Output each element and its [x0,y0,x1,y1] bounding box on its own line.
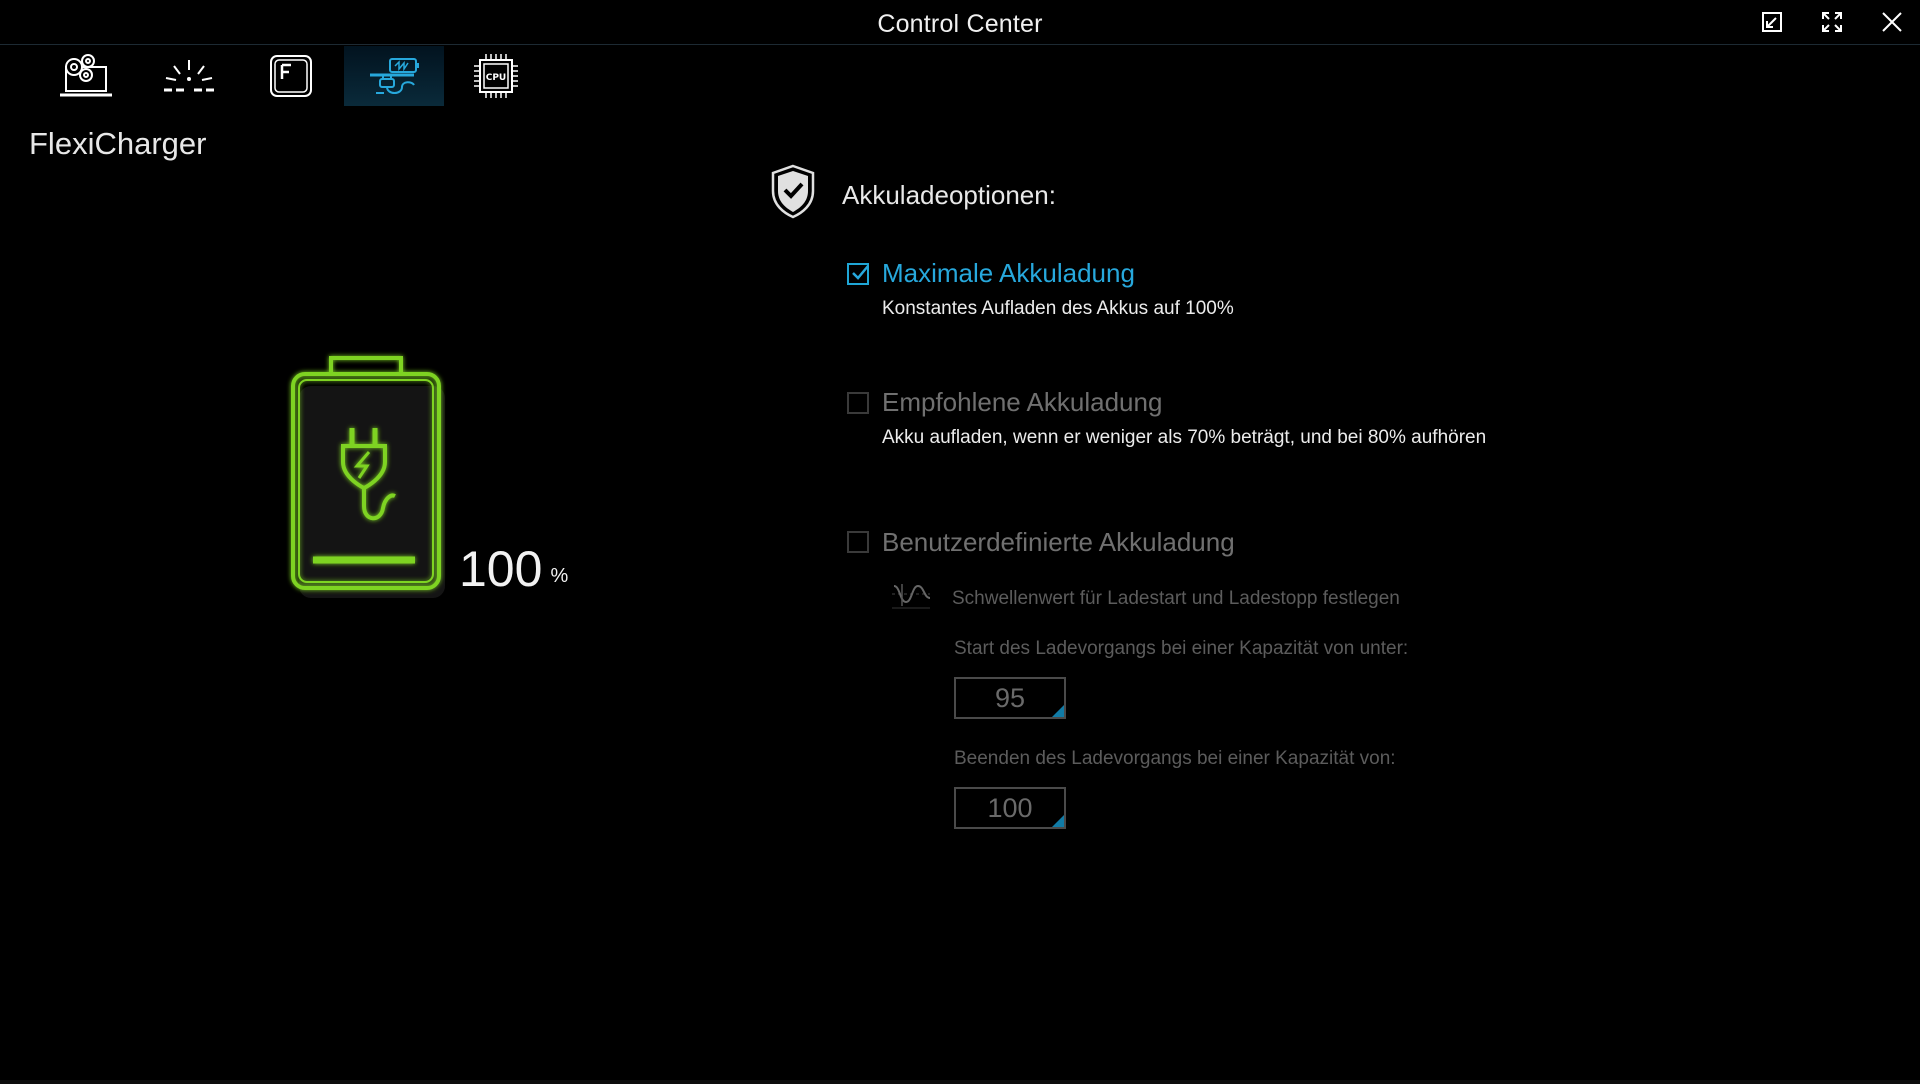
max-charge-checkbox[interactable] [847,263,869,285]
tab-cpu[interactable]: CPU [446,46,546,106]
battery-level-unit: % [550,565,569,587]
checkmark-icon [852,265,869,280]
fullscreen-button[interactable] [1810,6,1854,38]
recommended-charge-label[interactable]: Empfohlene Akkuladung [882,387,1162,418]
battery-graphic [285,350,465,610]
start-charge-field [954,677,1066,719]
recommended-charge-description: Akku aufladen, wenn er weniger als 70% b… [882,427,1487,448]
stop-charge-label: Beenden des Ladevorgangs bei einer Kapaz… [954,748,1396,769]
max-charge-description: Konstantes Aufladen des Akkus auf 100% [882,298,1234,319]
stop-charge-input[interactable] [954,787,1066,829]
shield-check-icon [771,164,815,219]
window-title: Control Center [877,10,1043,38]
stop-charge-field [954,787,1066,829]
custom-charge-label[interactable]: Benutzerdefinierte Akkuladung [882,527,1235,558]
max-charge-label[interactable]: Maximale Akkuladung [882,258,1135,289]
bottom-border [0,1080,1920,1084]
custom-charge-checkbox[interactable] [847,531,869,553]
tab-lighting[interactable] [139,46,239,106]
cpu-icon: CPU [474,54,518,98]
lighting-icon [164,60,214,92]
fullscreen-icon [1822,12,1842,32]
svg-text:CPU: CPU [486,73,507,83]
recommended-charge-checkbox[interactable] [847,392,869,414]
tab-flexicharger[interactable] [344,46,444,106]
function-key-icon [270,55,312,97]
close-icon [1882,12,1902,32]
tab-function-key[interactable] [241,46,341,106]
battery-level-value: 100 [459,541,543,597]
control-center-window: Control Center CPU FlexiCharger 100 % Ak… [0,0,1920,1084]
tab-system-settings[interactable] [35,46,135,106]
restore-icon [1762,12,1782,32]
options-header: Akkuladeoptionen: [842,180,1056,210]
battery-percent: 100% [459,540,568,598]
start-charge-resize-handle [1052,705,1064,717]
restore-button[interactable] [1750,6,1794,38]
close-button[interactable] [1870,6,1914,38]
threshold-label: Schwellenwert für Ladestart und Ladestop… [952,588,1400,609]
page-title: FlexiCharger [29,126,207,161]
title-bar: Control Center [0,0,1920,45]
flexicharger-icon [370,58,419,94]
stop-charge-resize-handle [1052,815,1064,827]
start-charge-label: Start des Ladevorgangs bei einer Kapazit… [954,638,1409,659]
start-charge-input[interactable] [954,677,1066,719]
battery-charging-icon [291,356,445,598]
system-settings-icon [60,54,112,97]
threshold-wave-icon [892,584,931,609]
